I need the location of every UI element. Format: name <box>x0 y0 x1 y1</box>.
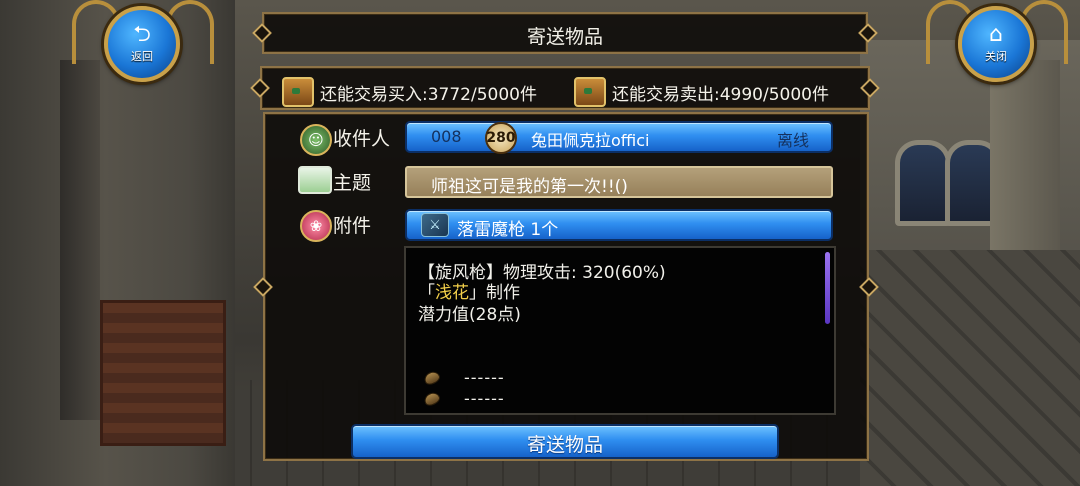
details-scrollbar[interactable] <box>825 252 830 324</box>
attachment-label: 附件 <box>333 215 372 237</box>
dialog-title: 寄送物品 <box>526 26 603 48</box>
trade-quota-bar: 还能交易买入: 3772/5000件 还能交易卖出: 4990/5000件 <box>260 66 870 110</box>
back-button[interactable]: ⮌ 返回 <box>104 6 180 82</box>
recipient-label: 收件人 <box>333 128 391 150</box>
sell-quota: 还能交易卖出: 4990/5000件 <box>574 77 829 107</box>
subject-text: 师祖这可是我的第一次!!() <box>431 177 628 197</box>
stone-pillar <box>990 60 1060 280</box>
shop-stall-icon <box>574 77 606 107</box>
sell-quota-label: 还能交易卖出: <box>612 84 720 105</box>
envelope-icon <box>298 166 332 194</box>
spear-icon: ⚔ <box>421 213 449 237</box>
item-potential: 潜力值(28点) <box>418 305 521 325</box>
gem-slot: ------ <box>422 389 505 408</box>
subject-label: 主题 <box>333 172 372 194</box>
buy-quota: 还能交易买入: 3772/5000件 <box>282 77 537 107</box>
recipient-id: 008 <box>431 127 462 146</box>
item-details-box[interactable]: 【旋风枪】物理攻击: 320(60%) 「浅花」制作 潜力值(28点) ----… <box>404 246 836 415</box>
cobblestone-floor <box>860 250 1080 486</box>
wooden-crate <box>100 300 226 446</box>
send-item-button-label: 寄送物品 <box>526 434 603 456</box>
home-icon: ⌂ <box>989 22 1003 47</box>
gem-slot-value: ------ <box>464 368 505 387</box>
recipient-level-badge: 280 <box>485 122 517 154</box>
recipient-icon: ☺ <box>300 124 332 156</box>
attachment-field[interactable]: ⚔ 落雷魔枪 1个 <box>405 209 833 241</box>
close-button[interactable]: ⌂ 关闭 <box>958 6 1034 82</box>
seed-icon <box>422 368 442 387</box>
back-button-label: 返回 <box>131 50 153 63</box>
recipient-name: 兔田佩克拉offici <box>531 131 650 150</box>
recipient-field[interactable]: 008 280 兔田佩克拉offici 离线 <box>405 121 833 154</box>
gift-icon: ❀ <box>300 210 332 242</box>
dialog-title-bar: 寄送物品 <box>262 12 868 54</box>
gem-slot-value: ------ <box>464 389 505 408</box>
subject-input[interactable]: 师祖这可是我的第一次!!() <box>405 166 833 198</box>
sell-quota-value: 4990/5000件 <box>719 84 829 105</box>
treasure-chest-icon <box>282 77 314 107</box>
send-item-button[interactable]: 寄送物品 <box>351 424 779 459</box>
attachment-item-name: 落雷魔枪 1个 <box>457 220 559 240</box>
buy-quota-label: 还能交易买入: <box>320 84 428 105</box>
arched-window <box>895 140 951 226</box>
recipient-status: 离线 <box>776 131 809 150</box>
return-arrow-icon: ⮌ <box>133 22 151 47</box>
close-button-label: 关闭 <box>985 50 1007 63</box>
gem-slot: ------ <box>422 368 505 387</box>
buy-quota-value: 3772/5000件 <box>427 84 537 105</box>
seed-icon <box>422 389 442 408</box>
